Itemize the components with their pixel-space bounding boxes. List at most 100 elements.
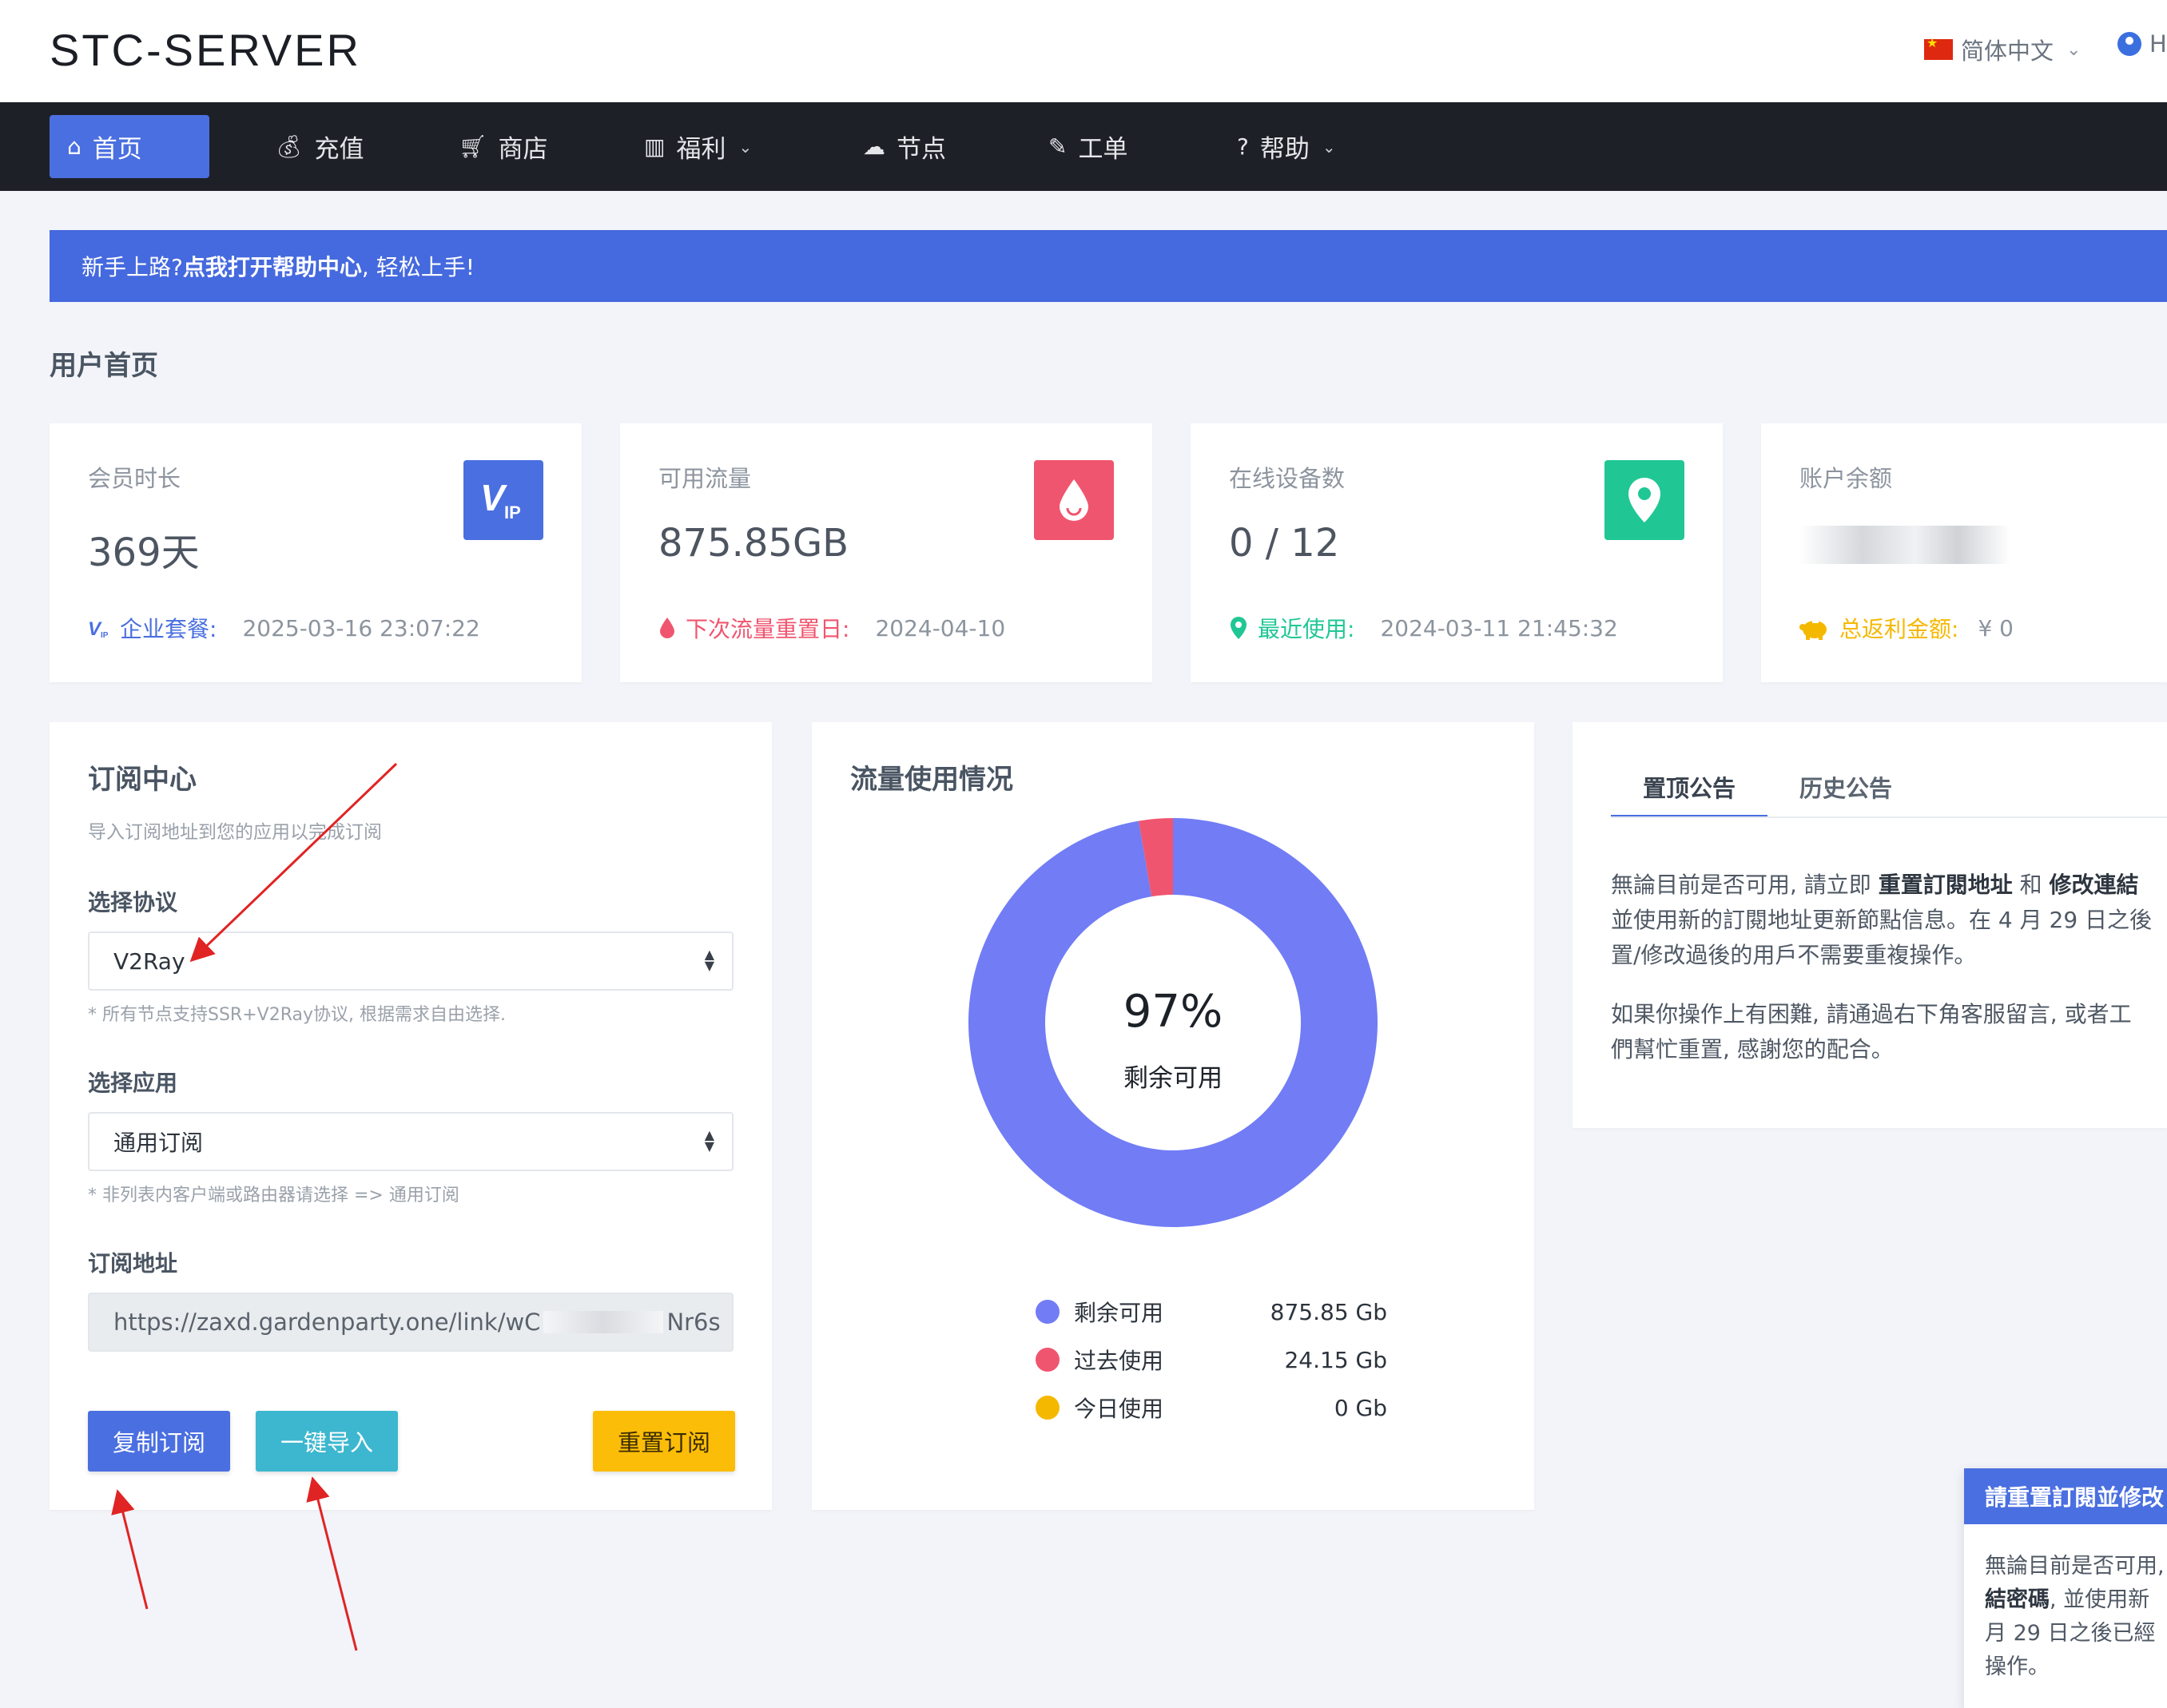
- select-arrows-icon: ▲ ▼: [704, 1127, 714, 1154]
- user-name: H: [2149, 30, 2167, 58]
- url-start: https://zaxd.gardenparty.one/link/wC: [113, 1309, 541, 1336]
- top-header: STC-SERVER 简体中文 ⌄ H: [0, 0, 2167, 102]
- stat-footer-label: 下次流量重置日:: [686, 616, 850, 642]
- question-icon: ?: [1237, 133, 1249, 160]
- notice-line: 無論目前是否可用, 請立即 重置訂閱地址 和 修改連結: [1611, 872, 2139, 898]
- stat-card-traffic: 可用流量 875.85GB 下次流量重置日: 2024-04-10: [620, 423, 1152, 682]
- subscription-description: 导入订阅地址到您的应用以完成订阅: [88, 822, 382, 843]
- stat-label: 在线设备数: [1229, 465, 1346, 492]
- stat-card-balance: 账户余额 总返利金额: ¥ 0: [1761, 423, 2167, 682]
- nav-item-home[interactable]: ⌂ 首页: [50, 115, 209, 178]
- tab-history-notice[interactable]: 历史公告: [1767, 770, 1924, 818]
- legend-item: 剩余可用 875.85 Gb: [1036, 1294, 1387, 1329]
- url-end: Nr6s: [666, 1309, 721, 1336]
- notice-line: 如果你操作上有困難, 請通過右下角客服留言, 或者工: [1611, 1001, 2132, 1027]
- stat-footer: 下次流量重置日: 2024-04-10: [658, 612, 1005, 644]
- nav-item-welfare[interactable]: ▥ 福利 ⌄: [626, 115, 769, 178]
- chevron-down-icon: ⌄: [1322, 137, 1336, 157]
- legend-value: 0 Gb: [1334, 1394, 1387, 1421]
- protocol-select[interactable]: V2Ray ▲ ▼: [88, 931, 734, 991]
- stat-value: 875.85GB: [658, 521, 849, 566]
- stat-card-membership: 会员时长 369天 V IP V IP 企业套餐: 2025-03-16 23:07…: [50, 423, 582, 682]
- subscription-title: 订阅中心: [88, 764, 197, 796]
- piggy-bank-icon: [1799, 621, 1827, 640]
- popup-line: 無論目前是否可用,: [1985, 1554, 2165, 1579]
- water-drop-icon: [1034, 460, 1114, 540]
- notice-line: 置/修改過後的用戶不需要重複操作。: [1611, 942, 1977, 968]
- stat-footer-value: 2024-03-11 21:45:32: [1380, 614, 1618, 641]
- stat-footer: 总返利金额: ¥ 0: [1799, 612, 2014, 644]
- announcement-popup[interactable]: 請重置訂閱並修改 無論目前是否可用, 結密碼, 並使用新 月 29 日之後已經 …: [1964, 1468, 2167, 1708]
- china-flag-icon: [1924, 35, 1953, 60]
- svg-text:V: V: [480, 477, 507, 518]
- nav-item-shop[interactable]: 🛒︎ 商店: [441, 115, 566, 178]
- banner-suffix: , 轻松上手!: [361, 254, 475, 280]
- page-title: 用户首页: [50, 350, 158, 382]
- user-icon: [2117, 32, 2141, 56]
- subscription-url-field[interactable]: https://zaxd.gardenparty.one/link/wC Nr6…: [88, 1293, 734, 1352]
- app-select[interactable]: 通用订阅 ▲ ▼: [88, 1112, 734, 1171]
- nav-item-nodes[interactable]: ☁ 节点: [845, 115, 964, 178]
- vip-icon: V IP: [88, 618, 109, 638]
- edit-icon: ✎: [1048, 133, 1068, 160]
- stat-footer-label: 总返利金额:: [1839, 616, 1959, 642]
- stat-label: 会员时长: [88, 465, 181, 492]
- water-drop-icon: [660, 618, 674, 638]
- legend-value: 875.85 Gb: [1270, 1298, 1387, 1325]
- nav-label: 福利: [676, 135, 726, 164]
- nav-label: 商店: [498, 135, 548, 164]
- nav-label: 节点: [897, 135, 946, 164]
- legend-label: 剩余可用: [1074, 1300, 1164, 1326]
- nav-label: 帮助: [1259, 135, 1310, 164]
- notice-line: 並使用新的訂閱地址更新節點信息。在 4 月 29 日之後: [1611, 907, 2153, 933]
- language-selector[interactable]: 简体中文 ⌄: [1924, 30, 2081, 69]
- legend-label: 今日使用: [1074, 1396, 1164, 1422]
- popup-line: 月 29 日之後已經: [1985, 1621, 2156, 1646]
- stat-label: 可用流量: [658, 465, 752, 492]
- legend-label: 过去使用: [1074, 1348, 1164, 1374]
- user-menu[interactable]: H: [2117, 30, 2167, 58]
- legend-item: 今日使用 0 Gb: [1036, 1390, 1387, 1425]
- nav-item-help[interactable]: ? 帮助 ⌄: [1219, 115, 1354, 178]
- tab-divider: [1611, 816, 2167, 818]
- map-pin-icon: [1231, 617, 1247, 639]
- cloud-icon: ☁: [863, 133, 885, 160]
- gift-icon: ▥: [644, 133, 666, 160]
- chevron-down-icon: ⌄: [738, 137, 753, 157]
- language-label: 简体中文: [1961, 38, 2054, 65]
- site-logo[interactable]: STC-SERVER: [50, 24, 361, 76]
- nav-item-recharge[interactable]: 💰︎ 充值: [257, 115, 382, 178]
- nav-label: 首页: [92, 135, 142, 164]
- protocol-hint: * 所有节点支持SSR+V2Ray协议, 根据需求自由选择.: [88, 1005, 506, 1025]
- legend-item: 过去使用 24.15 Gb: [1036, 1342, 1387, 1377]
- protocol-label: 选择协议: [88, 889, 178, 916]
- legend-dot: [1036, 1396, 1060, 1420]
- chevron-down-icon: ⌄: [2066, 39, 2082, 60]
- traffic-title: 流量使用情况: [850, 764, 1013, 796]
- balance-redacted: [1799, 526, 2010, 564]
- arrow-to-copy-button: [111, 1489, 149, 1610]
- legend-value: 24.15 Gb: [1284, 1346, 1387, 1373]
- copy-subscription-button[interactable]: 复制订阅: [88, 1411, 230, 1472]
- help-banner: 新手上路? 点我打开帮助中心 , 轻松上手!: [50, 230, 2167, 302]
- tab-pinned-notice[interactable]: 置顶公告: [1611, 770, 1767, 818]
- app-value: 通用订阅: [113, 1130, 204, 1156]
- remaining-percent-label: 剩余可用: [1123, 1064, 1223, 1093]
- nav-label: 工单: [1078, 135, 1128, 164]
- banner-prefix: 新手上路?: [82, 254, 183, 280]
- stat-label: 账户余额: [1799, 465, 1893, 492]
- one-click-import-button[interactable]: 一键导入: [256, 1411, 398, 1472]
- banner-help-link[interactable]: 点我打开帮助中心: [183, 250, 362, 282]
- stat-footer-label: 企业套餐:: [120, 616, 217, 642]
- stat-value: 369天: [88, 530, 200, 575]
- vip-badge-icon: V IP: [463, 460, 543, 540]
- map-pin-icon: [1604, 460, 1684, 540]
- main-nav: ⌂ 首页 💰︎ 充值 🛒︎ 商店 ▥ 福利 ⌄ ☁ 节点 ✎ 工单 ? 帮助 ⌄: [0, 102, 2167, 191]
- nav-item-tickets[interactable]: ✎ 工单: [1031, 115, 1145, 178]
- app-label: 选择应用: [88, 1070, 178, 1096]
- notice-card: 置顶公告 历史公告 無論目前是否可用, 請立即 重置訂閱地址 和 修改連結 並使…: [1573, 722, 2167, 1128]
- popup-line: 結密碼, 並使用新: [1985, 1587, 2150, 1612]
- reset-subscription-button[interactable]: 重置订阅: [593, 1411, 735, 1472]
- stat-footer: 最近使用: 2024-03-11 21:45:32: [1229, 612, 1618, 644]
- remaining-percent: 97%: [1123, 986, 1223, 1038]
